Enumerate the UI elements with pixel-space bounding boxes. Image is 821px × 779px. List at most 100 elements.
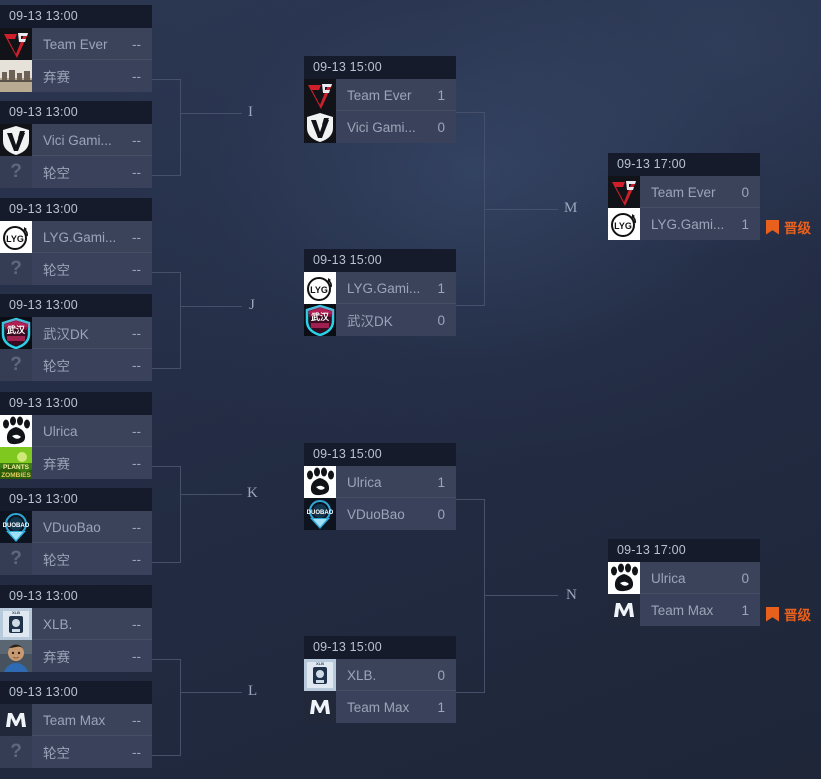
lyg-gaming-logo: LYG: [0, 221, 32, 253]
team-row[interactable]: LYG LYG.Gami... 1: [608, 208, 760, 240]
svg-text:DUOBAO: DUOBAO: [3, 523, 30, 529]
svg-text:ZOMBIES: ZOMBIES: [1, 472, 31, 479]
team-row[interactable]: ? 轮空 --: [0, 736, 152, 768]
ulrica-logo: [304, 466, 336, 498]
lyg-gaming-logo: LYG: [304, 272, 336, 304]
match-card[interactable]: 09-13 13:00 Vici Gami... -- ? 轮空 --: [0, 101, 152, 188]
match-card[interactable]: 09-13 17:00 Team Ever 0 LYG LYG.Gami... …: [608, 153, 760, 240]
match-card[interactable]: 09-13 13:00 Team Ever -- 弃赛 --: [0, 5, 152, 92]
connector-horizontal-i-in2: [152, 175, 181, 176]
team-row[interactable]: ? 轮空 --: [0, 543, 152, 575]
connector-vertical-n: [484, 499, 485, 693]
team-row[interactable]: ? 轮空 --: [0, 253, 152, 285]
team-score: --: [132, 261, 141, 277]
connector-horizontal-m-in2: [456, 305, 485, 306]
team-row[interactable]: 弃赛 --: [0, 640, 152, 672]
team-row[interactable]: XLB XLB. 0: [304, 659, 456, 691]
team-max-logo: [304, 691, 336, 723]
team-name: LYG.Gami...: [43, 229, 117, 245]
team-row[interactable]: LYG LYG.Gami... --: [0, 221, 152, 253]
match-card[interactable]: 09-13 15:00 Ulrica 1 DUOBAO VDuoBao 0: [304, 443, 456, 530]
team-name: LYG.Gami...: [651, 216, 725, 232]
connector-horizontal-k-in2: [152, 562, 181, 563]
team-score: --: [132, 519, 141, 535]
match-card[interactable]: 09-13 15:00 XLB XLB. 0 Team Max 1: [304, 636, 456, 723]
xlb-logo: XLB: [0, 608, 32, 640]
team-row[interactable]: ? 轮空 --: [0, 156, 152, 188]
team-score: --: [132, 325, 141, 341]
team-score: --: [132, 744, 141, 760]
team-score: 1: [437, 87, 445, 103]
team-name: Team Max: [347, 699, 410, 715]
team-row[interactable]: PLANTS ZOMBIES 弃赛 --: [0, 447, 152, 479]
connector-vertical-l: [180, 659, 181, 756]
team-row[interactable]: Vici Gami... --: [0, 124, 152, 156]
team-row[interactable]: 武汉 武汉DK 0: [304, 304, 456, 336]
team-row[interactable]: 弃赛 --: [0, 60, 152, 92]
match-card[interactable]: 09-13 13:00 武汉 武汉DK -- ? 轮空 --: [0, 294, 152, 381]
team-max-logo: [0, 704, 32, 736]
connector-horizontal-l-out: [180, 692, 242, 693]
team-score: --: [132, 68, 141, 84]
team-score: 0: [437, 667, 445, 683]
match-card[interactable]: 09-13 17:00 Ulrica 0 Team Max 1: [608, 539, 760, 626]
team-row[interactable]: XLB XLB. --: [0, 608, 152, 640]
match-time: 09-13 13:00: [0, 101, 152, 124]
connector-vertical-k: [180, 466, 181, 563]
team-row[interactable]: Ulrica 0: [608, 562, 760, 594]
match-time: 09-13 13:00: [0, 5, 152, 28]
connector-horizontal-j-in2: [152, 368, 181, 369]
team-score: --: [132, 551, 141, 567]
svg-text:DUOBAO: DUOBAO: [307, 510, 334, 516]
team-row[interactable]: Ulrica 1: [304, 466, 456, 498]
team-row[interactable]: Team Max --: [0, 704, 152, 736]
team-row[interactable]: 武汉 武汉DK --: [0, 317, 152, 349]
match-time: 09-13 13:00: [0, 294, 152, 317]
match-card[interactable]: 09-13 15:00 LYG LYG.Gami... 1 武汉 武汉DK 0: [304, 249, 456, 336]
svg-text:LYG: LYG: [6, 234, 24, 244]
team-name: 轮空: [43, 553, 70, 568]
team-row[interactable]: ? 轮空 --: [0, 349, 152, 381]
team-name: Ulrica: [347, 474, 382, 490]
unknown-logo: ?: [0, 543, 32, 575]
wuhan-dk-logo: 武汉: [0, 317, 32, 349]
match-time: 09-13 17:00: [608, 153, 760, 176]
match-card[interactable]: 09-13 13:00 Team Max -- ? 轮空 --: [0, 681, 152, 768]
team-row[interactable]: Ulrica --: [0, 415, 152, 447]
team-score: --: [132, 616, 141, 632]
match-card[interactable]: 09-13 13:00 Ulrica -- PLANTS ZOMBIES 弃赛 -…: [0, 392, 152, 479]
forfeit-photo-logo: [0, 60, 32, 92]
team-row[interactable]: DUOBAO VDuoBao 0: [304, 498, 456, 530]
team-row[interactable]: LYG LYG.Gami... 1: [304, 272, 456, 304]
team-row[interactable]: Team Ever 0: [608, 176, 760, 208]
unknown-logo: ?: [0, 156, 32, 188]
match-card[interactable]: 09-13 15:00 Team Ever 1 Vici Gami... 0: [304, 56, 456, 143]
connector-horizontal-j-out: [180, 306, 242, 307]
team-max-logo: [608, 594, 640, 626]
team-row[interactable]: Vici Gami... 0: [304, 111, 456, 143]
match-card[interactable]: 09-13 13:00 LYG LYG.Gami... -- ? 轮空 --: [0, 198, 152, 285]
match-card[interactable]: 09-13 13:00 XLB XLB. -- 弃赛 --: [0, 585, 152, 672]
vduobao-logo: DUOBAO: [0, 511, 32, 543]
match-card[interactable]: 09-13 13:00 DUOBAO VDuoBao -- ? 轮空 --: [0, 488, 152, 575]
flag-icon: [766, 219, 779, 235]
player-photo-logo: [0, 640, 32, 672]
round-label-m: M: [564, 200, 578, 216]
unknown-logo: ?: [0, 253, 32, 285]
connector-horizontal-n-out: [484, 595, 558, 596]
team-row[interactable]: Team Max 1: [608, 594, 760, 626]
team-score: --: [132, 164, 141, 180]
connector-horizontal-m-out: [484, 209, 558, 210]
team-name: VDuoBao: [43, 519, 101, 535]
pvz-photo-logo: PLANTS ZOMBIES: [0, 447, 32, 479]
match-time: 09-13 13:00: [0, 198, 152, 221]
team-row[interactable]: Team Ever 1: [304, 79, 456, 111]
connector-horizontal-k-out: [180, 494, 242, 495]
team-row[interactable]: DUOBAO VDuoBao --: [0, 511, 152, 543]
team-name: 弃赛: [43, 457, 70, 472]
match-time: 09-13 13:00: [0, 681, 152, 704]
team-name: XLB.: [347, 667, 377, 683]
team-row[interactable]: Team Max 1: [304, 691, 456, 723]
team-row[interactable]: Team Ever --: [0, 28, 152, 60]
connector-horizontal-m-in: [456, 112, 485, 113]
